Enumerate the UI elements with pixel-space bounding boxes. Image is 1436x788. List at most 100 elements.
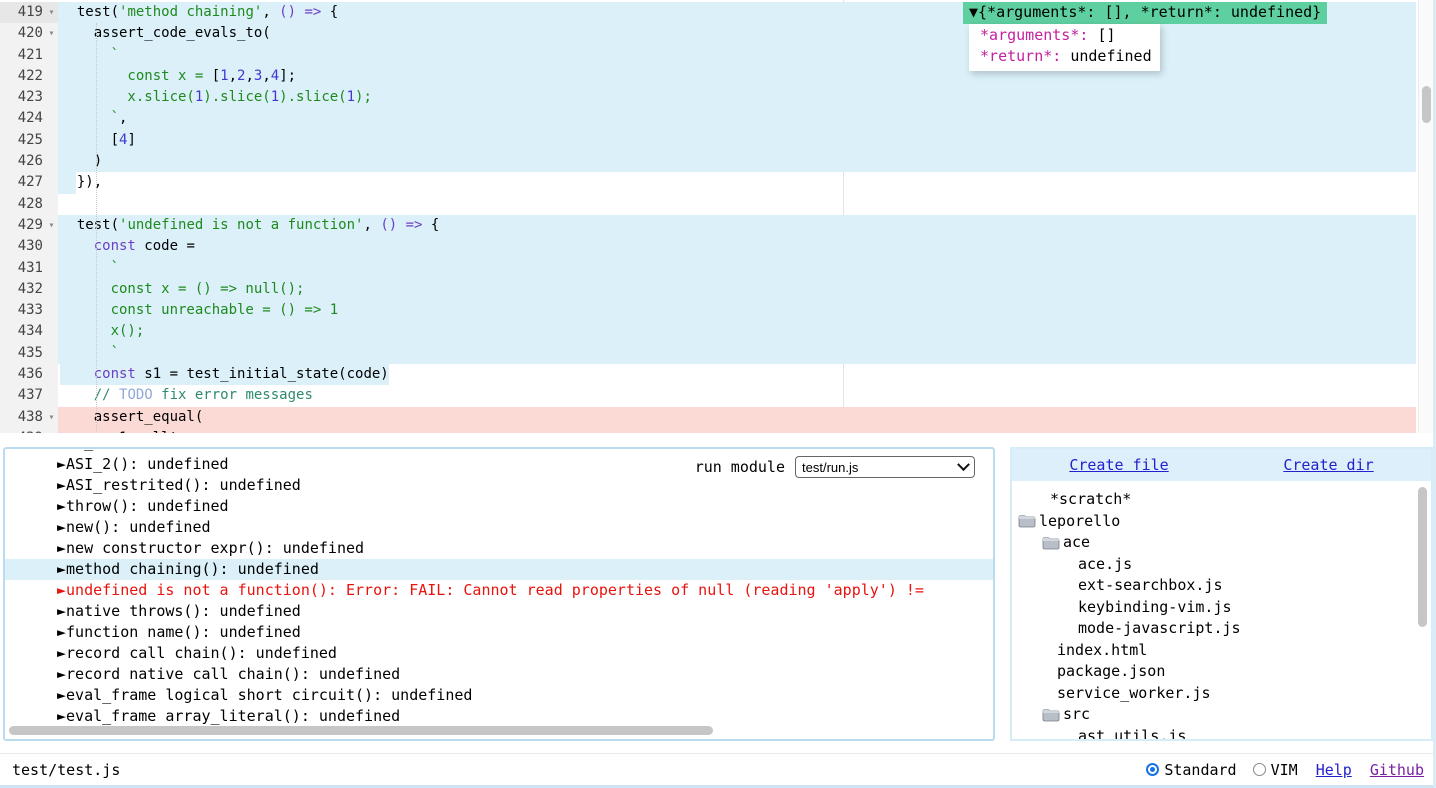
fold-arrow-icon[interactable]: ▾ <box>45 2 58 23</box>
code-line[interactable]: 424 `, <box>0 108 1416 129</box>
code-line-content: assert_equal( <box>58 407 1416 428</box>
test-result-item[interactable]: ►record native call chain(): undefined <box>5 664 993 685</box>
create-file-link[interactable]: Create file <box>1069 456 1168 474</box>
scrollbar-thumb[interactable] <box>1422 86 1431 123</box>
expand-arrow-icon[interactable]: ► <box>57 686 66 704</box>
line-number: 436 <box>0 364 58 385</box>
test-result-item[interactable]: ►undefined is not a function(): Error: F… <box>5 580 993 601</box>
tree-file-item[interactable]: mode-javascript.js <box>1012 618 1431 640</box>
mode-option-vim[interactable]: VIM <box>1253 761 1298 779</box>
code-editor[interactable]: 419▾ test('method chaining', () => {420▾… <box>0 0 1436 433</box>
file-tree-scrollbar[interactable] <box>1416 483 1429 737</box>
code-line[interactable]: 428 <box>0 194 1416 215</box>
code-line[interactable]: 431 ` <box>0 258 1416 279</box>
test-result-item[interactable]: ►eval_frame array_literal(): undefined <box>5 706 993 727</box>
expand-arrow-icon[interactable]: ► <box>57 518 66 536</box>
code-line-content: const code = <box>58 236 1416 257</box>
tree-item-label: *scratch* <box>1050 489 1131 511</box>
mode-label: VIM <box>1271 761 1298 779</box>
test-result-item[interactable]: ►eval_frame logical short circuit(): und… <box>5 685 993 706</box>
code-line[interactable]: 426 ) <box>0 151 1416 172</box>
tree-file-item[interactable]: package.json <box>1012 661 1431 683</box>
tree-file-item[interactable]: service_worker.js <box>1012 683 1431 705</box>
run-module-value: test/run.js <box>802 460 959 475</box>
tree-file-item[interactable]: ace.js <box>1012 554 1431 576</box>
line-number: 426 <box>0 151 58 172</box>
code-line[interactable]: 435 ` <box>0 343 1416 364</box>
expand-arrow-icon[interactable]: ► <box>57 602 66 620</box>
code-line-content: }), <box>58 172 1416 193</box>
tree-folder-item[interactable]: ace <box>1012 532 1431 554</box>
test-result-item[interactable]: ►method chaining(): undefined <box>5 559 993 580</box>
expand-arrow-icon[interactable]: ► <box>57 623 66 641</box>
tree-file-item[interactable]: ext-searchbox.js <box>1012 575 1431 597</box>
code-line[interactable]: 437 // TODO fix error messages <box>0 385 1416 406</box>
expand-arrow-icon[interactable]: ► <box>57 560 66 578</box>
test-result-item[interactable]: ►new(): undefined <box>5 517 993 538</box>
tooltip-entry[interactable]: *return*: undefined <box>971 46 1152 68</box>
line-number: 437 <box>0 385 58 406</box>
code-line[interactable]: 433 const unreachable = () => 1 <box>0 300 1416 321</box>
fold-arrow-icon[interactable]: ▾ <box>45 215 58 236</box>
run-module-select[interactable]: test/run.js <box>795 456 975 478</box>
code-line-content: const unreachable = () => 1 <box>58 300 1416 321</box>
tree-folder-item[interactable]: src <box>1012 704 1431 726</box>
create-dir-link[interactable]: Create dir <box>1283 456 1373 474</box>
scrollbar-thumb[interactable] <box>9 726 713 735</box>
test-result-item[interactable]: ►record call chain(): undefined <box>5 643 993 664</box>
test-results-list: ►ASI_2(): undefined►ASI_restrited(): und… <box>5 454 993 727</box>
test-result-item[interactable]: ►function name(): undefined <box>5 622 993 643</box>
test-result-item[interactable]: ►new constructor expr(): undefined <box>5 538 993 559</box>
code-line[interactable]: 436 const s1 = test_initial_state(code) <box>0 364 1416 385</box>
chevron-down-icon <box>957 458 970 471</box>
scrollbar-thumb[interactable] <box>1418 487 1427 627</box>
line-number: 432 <box>0 279 58 300</box>
radio-button[interactable] <box>1146 763 1159 776</box>
expand-arrow-icon[interactable]: ► <box>57 455 66 473</box>
code-line[interactable]: 438▾ assert_equal( <box>0 407 1416 428</box>
expand-arrow-icon[interactable]: ► <box>57 497 66 515</box>
expand-arrow-icon[interactable]: ► <box>57 644 66 662</box>
tree-file-item[interactable]: ast_utils.js <box>1012 726 1431 742</box>
code-line[interactable]: 430 const code = <box>0 236 1416 257</box>
tree-file-item[interactable]: *scratch* <box>1012 489 1431 511</box>
github-link[interactable]: Github <box>1370 761 1424 779</box>
expand-arrow-icon[interactable]: ► <box>57 707 66 725</box>
expand-arrow-icon[interactable]: ► <box>57 581 66 599</box>
folder-icon <box>1042 536 1060 550</box>
tree-file-item[interactable]: index.html <box>1012 640 1431 662</box>
test-result-item[interactable]: ►ASI_restrited(): undefined <box>5 475 993 496</box>
tree-folder-item[interactable]: leporello <box>1012 511 1431 533</box>
tooltip-header[interactable]: ▼{*arguments*: [], *return*: undefined} <box>963 2 1327 24</box>
tree-file-item[interactable]: keybinding-vim.js <box>1012 597 1431 619</box>
code-line[interactable]: 439 s1.calltree <box>0 428 1416 433</box>
code-line[interactable]: 432 const x = () => null(); <box>0 279 1416 300</box>
mode-option-standard[interactable]: Standard <box>1146 761 1236 779</box>
code-line[interactable]: 434 x(); <box>0 321 1416 342</box>
horizontal-scrollbar[interactable] <box>9 726 985 737</box>
expand-arrow-icon[interactable]: ► <box>57 476 66 494</box>
line-number: 427 <box>0 172 58 193</box>
code-line[interactable]: 429▾ test('undefined is not a function',… <box>0 215 1416 236</box>
test-result-item[interactable]: ►throw(): undefined <box>5 496 993 517</box>
code-line-content: test('undefined is not a function', () =… <box>58 215 1416 236</box>
tooltip-entry[interactable]: *arguments*: [] <box>971 25 1152 47</box>
editor-vertical-scrollbar[interactable] <box>1418 0 1434 433</box>
code-line-content: const s1 = test_initial_state(code) <box>58 364 1416 385</box>
line-number: 424 <box>0 108 58 129</box>
expand-arrow-icon[interactable]: ► <box>57 665 66 683</box>
line-number: 428 <box>0 194 58 215</box>
tree-item-label: ace.js <box>1078 554 1132 576</box>
radio-button[interactable] <box>1253 763 1266 776</box>
expand-arrow-icon[interactable]: ► <box>57 539 66 557</box>
code-line[interactable]: 423 x.slice(1).slice(1).slice(1); <box>0 87 1416 108</box>
status-bar: test/test.js StandardVIM Help Github <box>0 753 1436 785</box>
code-line[interactable]: 427 }), <box>0 172 1416 193</box>
code-line-content: const x = () => null(); <box>58 279 1416 300</box>
fold-arrow-icon[interactable]: ▾ <box>45 23 58 44</box>
test-result-item[interactable]: ►native throws(): undefined <box>5 601 993 622</box>
fold-arrow-icon[interactable]: ▾ <box>45 407 58 428</box>
line-number: 422 <box>0 66 58 87</box>
code-line[interactable]: 425 [4] <box>0 130 1416 151</box>
help-link[interactable]: Help <box>1316 761 1352 779</box>
